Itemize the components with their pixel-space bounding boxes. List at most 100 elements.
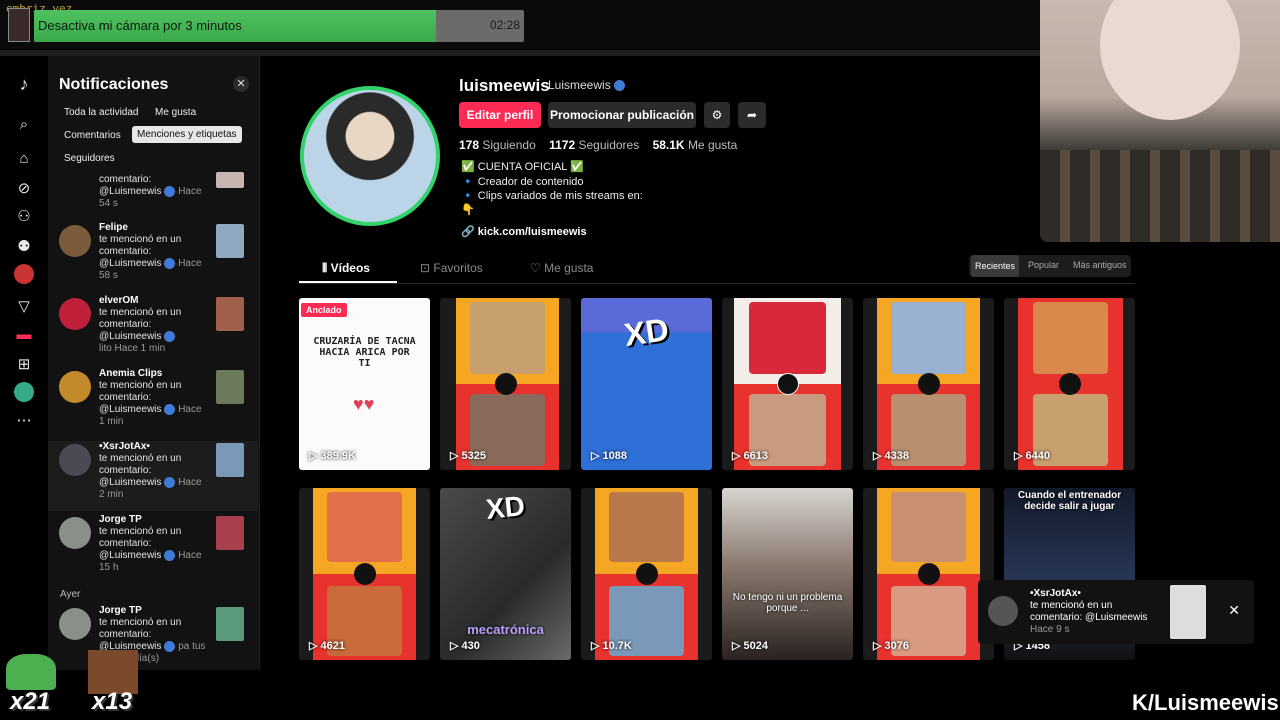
tab-label: Vídeos: [330, 261, 370, 275]
filter-mentions[interactable]: Menciones y etiquetas: [132, 126, 242, 143]
friends-icon[interactable]: ⚉: [14, 236, 34, 256]
messages-icon[interactable]: ▽: [14, 296, 34, 316]
view-count-text: 430: [461, 640, 480, 652]
mention-toast[interactable]: •XsrJotAx• te mencionó en un comentario:…: [978, 580, 1254, 644]
video-card[interactable]: ▷ 6613: [722, 298, 853, 470]
explore-icon[interactable]: ⊘: [14, 178, 34, 198]
tab-liked[interactable]: ♡ Me gusta: [530, 261, 593, 275]
video-thumbnail[interactable]: [216, 172, 244, 188]
view-count: ▷ 3076: [873, 640, 909, 652]
tab-favorites[interactable]: ⊡ Favoritos: [420, 261, 483, 275]
video-card[interactable]: ▷ 4621: [299, 488, 430, 660]
notification-name[interactable]: elverOM: [99, 295, 219, 307]
avatar[interactable]: [59, 371, 91, 403]
mention-text: @Luismeewis: [99, 331, 162, 343]
sort-oldest[interactable]: Más antiguos: [1073, 260, 1127, 270]
pinned-badge: Anclado: [301, 303, 347, 317]
thumbnail-top: [877, 298, 980, 384]
avatar[interactable]: [59, 298, 91, 330]
video-thumbnail[interactable]: [216, 370, 244, 404]
promote-post-button[interactable]: Promocionar publicación: [548, 102, 696, 128]
character-image: [609, 492, 684, 562]
video-card[interactable]: ▷ 10.7K: [581, 488, 712, 660]
sort-recent[interactable]: Recientes: [971, 255, 1020, 277]
reward-avatar: [8, 8, 30, 42]
filter-all-activity[interactable]: Toda la actividad: [59, 104, 144, 121]
followers-label[interactable]: Seguidores: [579, 138, 640, 152]
filter-likes[interactable]: Me gusta: [150, 104, 201, 121]
notification-item[interactable]: elverOM te mencionó en un comentario: @Lui…: [48, 295, 258, 365]
notification-item[interactable]: comentario: @Luismeewis Hace 54 s: [48, 168, 258, 216]
notification-text: te mencionó en un comentario:: [99, 617, 182, 640]
notification-item[interactable]: •XsrJotAx• te mencionó en un comentario: @…: [48, 441, 258, 511]
character-image: [1032, 302, 1109, 374]
upload-icon[interactable]: ⊞: [14, 354, 34, 374]
avatar[interactable]: [59, 608, 91, 640]
avatar[interactable]: [59, 517, 91, 549]
thumbnail-top: [313, 488, 416, 574]
inbox-icon[interactable]: ▬: [14, 324, 34, 344]
following-label[interactable]: Siguiendo: [482, 138, 535, 152]
home-icon[interactable]: ⌂: [14, 148, 34, 168]
kick-brand: K/Luismeewis: [1132, 690, 1279, 716]
verified-icon: [164, 404, 176, 415]
video-card[interactable]: ▷ 5325: [440, 298, 571, 470]
sort-popular[interactable]: Popular: [1028, 260, 1059, 270]
video-thumbnail[interactable]: [216, 443, 244, 477]
edit-profile-button[interactable]: Editar perfil: [459, 102, 541, 128]
video-thumbnail[interactable]: [216, 224, 244, 258]
video-card[interactable]: No tengo ni un problema porque ... ▷ 502…: [722, 488, 853, 660]
view-count-text: 4621: [320, 640, 345, 652]
video-card[interactable]: ▷ 3076: [863, 488, 994, 660]
background-shelf: [1040, 150, 1280, 242]
view-count: ▷ 6440: [1014, 450, 1050, 462]
notification-time: Hace: [178, 258, 202, 270]
notification-time: Hace: [178, 186, 202, 198]
video-card[interactable]: ▷ 6440: [1004, 298, 1135, 470]
profile-link[interactable]: 🔗 kick.com/luismeewis: [461, 225, 587, 238]
close-icon[interactable]: ✕: [1228, 602, 1240, 619]
notification-name[interactable]: •XsrJotAx•: [99, 441, 219, 453]
video-card[interactable]: XD mecatrónica ▷ 430: [440, 488, 571, 660]
search-icon[interactable]: ⌕: [14, 114, 34, 134]
tab-videos[interactable]: ⦀ Vídeos: [322, 261, 370, 276]
following-icon[interactable]: ⚇: [14, 206, 34, 226]
view-count-text: 5325: [461, 450, 486, 462]
video-card[interactable]: CRUZARÍA DE TACNA HACIA ARICA POR TI ♥♥ …: [299, 298, 430, 470]
notification-name[interactable]: Jorge TP: [99, 605, 219, 617]
video-card[interactable]: ▷ 4338: [863, 298, 994, 470]
share-icon[interactable]: ➦: [738, 102, 766, 128]
filter-followers[interactable]: Seguidores: [59, 150, 120, 167]
tiktok-logo-icon[interactable]: ♪: [14, 74, 34, 94]
close-icon[interactable]: ✕: [233, 76, 249, 92]
notification-item[interactable]: Jorge TP te mencionó en un comentario: @Lu…: [48, 605, 258, 665]
view-count: ▷ 6613: [732, 450, 768, 462]
settings-gear-icon[interactable]: ⚙: [704, 102, 730, 128]
thumbnail-top: [734, 298, 841, 384]
notification-name[interactable]: Anemia Clips: [99, 368, 219, 380]
profile-avatar-icon[interactable]: [14, 382, 34, 402]
view-count: ▷ 10.7K: [591, 640, 632, 652]
notification-name[interactable]: Felipe: [99, 222, 219, 234]
filter-comments[interactable]: Comentarios: [59, 127, 126, 144]
profile-avatar[interactable]: [300, 86, 440, 226]
notification-item[interactable]: Felipe te mencionó en un comentario: @Luis…: [48, 222, 258, 292]
video-thumbnail[interactable]: [216, 607, 244, 641]
more-icon[interactable]: ⋯: [14, 410, 34, 430]
video-card[interactable]: XD ▷ 1088: [581, 298, 712, 470]
avatar[interactable]: [59, 225, 91, 257]
view-count-text: 3076: [884, 640, 909, 652]
notification-time: 2 min: [99, 489, 124, 501]
video-thumbnail[interactable]: [216, 297, 244, 331]
notification-name[interactable]: Jorge TP: [99, 514, 219, 526]
character-image: [470, 302, 545, 374]
streamer-face: [1100, 0, 1240, 120]
video-thumbnail[interactable]: [216, 516, 244, 550]
notification-time: Hace: [178, 550, 202, 562]
avatar[interactable]: [59, 444, 91, 476]
live-avatar-icon[interactable]: [14, 264, 34, 284]
tab-label: Me gusta: [544, 261, 594, 275]
link-text[interactable]: kick.com/luismeewis: [478, 226, 587, 238]
notification-item[interactable]: Anemia Clips te mencionó en un comentario…: [48, 368, 258, 438]
notification-item[interactable]: Jorge TP te mencionó en un comentario: @Lu…: [48, 514, 258, 584]
